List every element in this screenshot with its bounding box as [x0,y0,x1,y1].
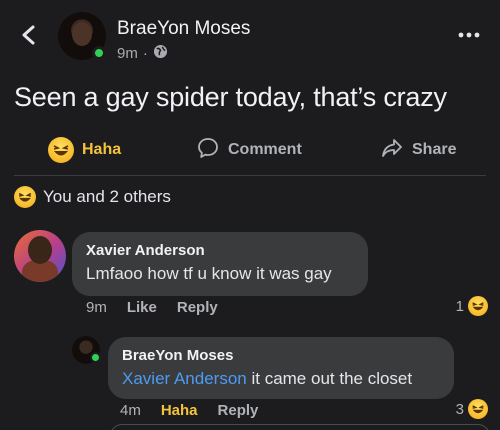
reaction-count: 3 [455,400,464,418]
comment-time: 9m [86,299,107,316]
haha-emoji-icon [48,137,74,163]
comment-button[interactable]: Comment [196,136,302,165]
divider [14,175,486,176]
reply-author[interactable]: BraeYon Moses [122,347,440,364]
reply-time: 4m [120,402,141,419]
reaction-count: 1 [455,297,464,315]
post-body: Seen a gay spider today, that’s crazy [14,82,447,112]
share-arrow-icon [380,136,404,165]
share-button[interactable]: Share [380,136,456,165]
comment-author[interactable]: Xavier Anderson [86,242,354,259]
online-status-icon [90,352,101,363]
haha-reaction-button[interactable]: Haha [161,402,198,419]
meta-separator: · [142,45,148,62]
reply-button[interactable]: Reply [218,402,259,419]
post-time[interactable]: 9m [117,45,138,62]
reply-button[interactable]: Reply [177,299,218,316]
haha-button[interactable]: Haha [48,137,121,163]
comment-text: Lmfaoo how tf u know it was gay [86,264,332,283]
post-author-name[interactable]: BraeYon Moses [117,18,250,40]
haha-emoji-icon [468,399,488,419]
reaction-summary-text: You and 2 others [43,187,171,206]
reaction-summary[interactable]: You and 2 others [14,186,171,208]
reply-actions: 4m Haha Reply [120,402,258,419]
haha-emoji-icon [14,186,36,208]
mention-link[interactable]: Xavier Anderson [122,369,247,388]
like-button[interactable]: Like [127,299,157,316]
comment-bubble: Xavier Anderson Lmfaoo how tf u know it … [72,232,368,296]
online-status-icon [92,46,106,60]
back-arrow-icon[interactable] [18,24,40,46]
post-meta: 9m · [117,44,168,63]
post-header: BraeYon Moses 9m · [0,0,500,70]
haha-emoji-icon [468,296,488,316]
reply-reaction-count[interactable]: 3 [456,399,488,419]
more-options-icon[interactable] [458,26,480,44]
reply-input-box[interactable] [110,424,490,430]
share-label: Share [412,141,457,158]
comment-label: Comment [228,141,302,158]
globe-icon [153,44,168,63]
haha-label: Haha [82,141,122,158]
reply-text-line: Xavier Anderson it came out the closet [122,369,440,389]
reply-text: it came out the closet [246,369,413,388]
commenter-avatar[interactable] [14,230,66,282]
comment-reaction-count[interactable]: 1 [456,296,488,316]
reply-bubble: BraeYon Moses Xavier Anderson it came ou… [108,337,454,399]
comment-actions: 9m Like Reply [86,299,218,316]
comment-bubble-icon [196,136,220,165]
post-action-bar: Haha Comment Share [0,130,500,170]
